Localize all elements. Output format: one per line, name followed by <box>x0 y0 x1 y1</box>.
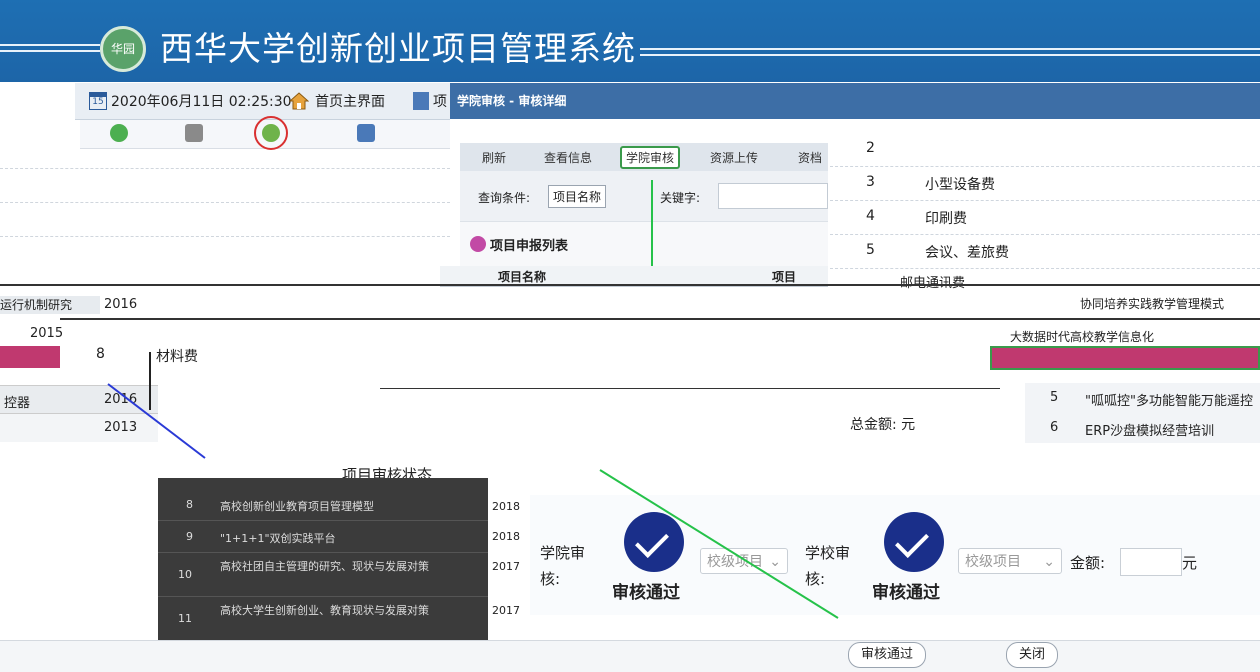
bottom-action-bar <box>0 640 1260 672</box>
approve-button-label: 审核通过 <box>861 647 914 662</box>
annotation-line <box>107 383 206 459</box>
approve-button[interactable]: 审核通过 <box>848 642 927 668</box>
close-button[interactable]: 关闭 <box>1006 642 1059 668</box>
close-button-label: 关闭 <box>1019 647 1046 662</box>
annotation-line <box>599 469 839 619</box>
annotation-strokes <box>107 180 839 619</box>
